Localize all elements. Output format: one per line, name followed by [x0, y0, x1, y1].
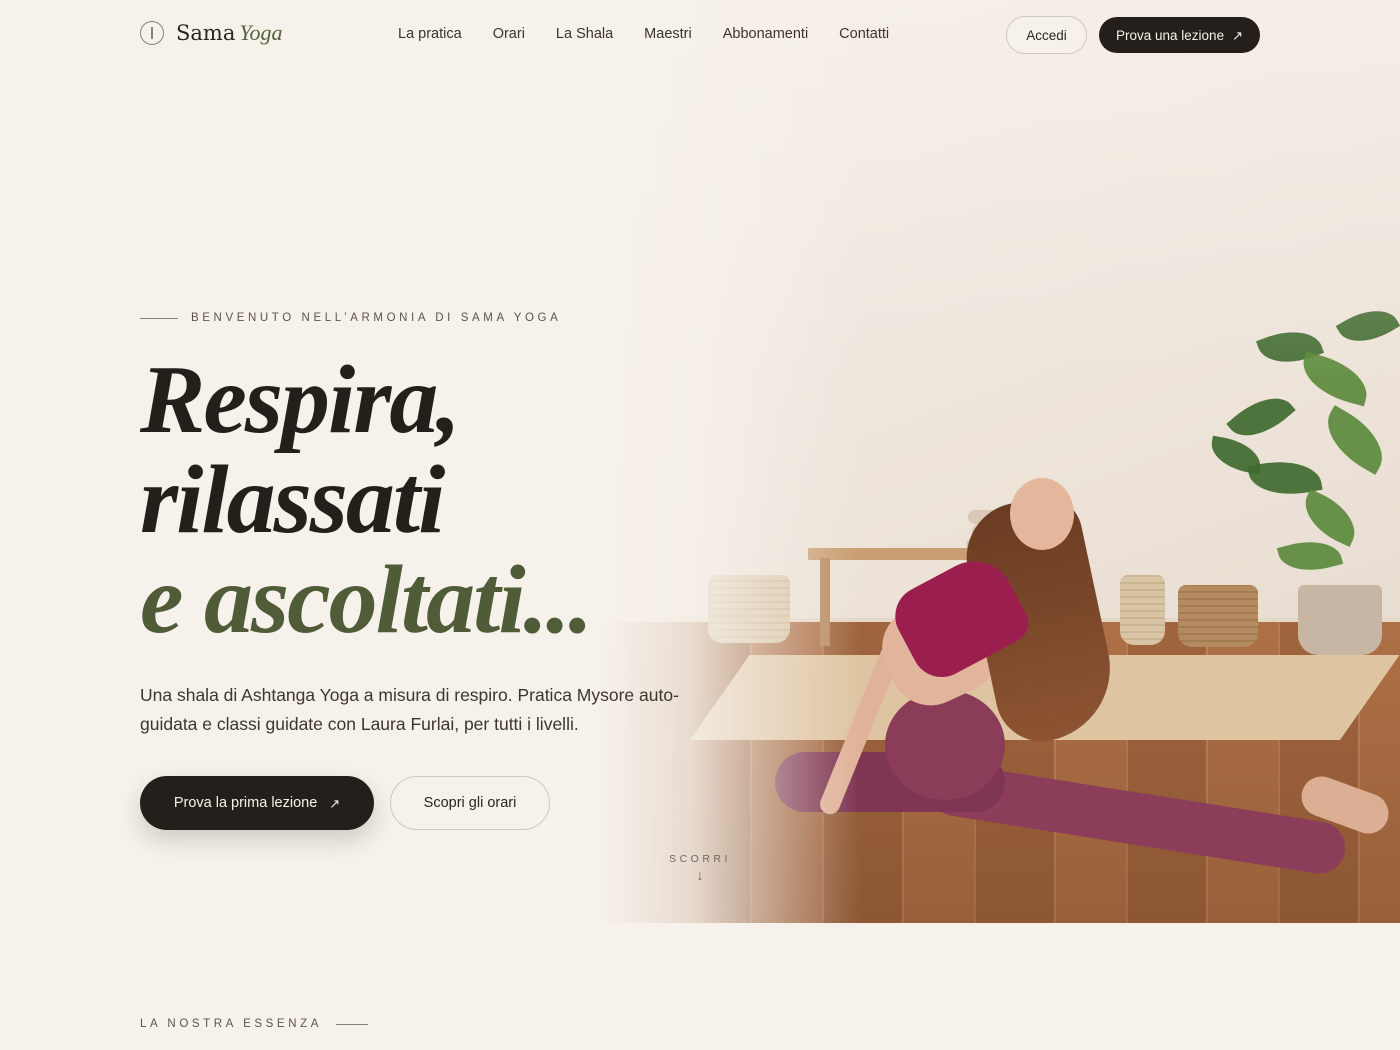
brand-logo[interactable]: Sama Yoga: [140, 20, 283, 46]
arrow-up-right-icon: ↗: [1232, 27, 1243, 43]
photo-figure: [885, 690, 1005, 800]
hero-image: [600, 0, 1400, 923]
nav-item-la-pratica[interactable]: La pratica: [398, 26, 462, 42]
nav-item-maestri[interactable]: Maestri: [644, 26, 692, 42]
main-nav: La pratica Orari La Shala Maestri Abbona…: [398, 26, 889, 42]
divider-line: [140, 317, 178, 319]
photo-basket: [1120, 575, 1165, 645]
essence-eyebrow-text: LA NOSTRA ESSENZA: [140, 1018, 322, 1030]
brand-name: Sama: [176, 21, 236, 45]
arrow-down-icon: ↓: [696, 867, 704, 883]
try-lesson-button[interactable]: Prova una lezione ↗: [1099, 17, 1260, 53]
hero-title: Respira, rilassati e ascoltati...: [140, 346, 593, 654]
nav-item-contatti[interactable]: Contatti: [839, 26, 889, 42]
photo-basket: [1178, 585, 1258, 647]
login-button[interactable]: Accedi: [1006, 16, 1087, 54]
hero-title-line-1: Respira,: [140, 346, 461, 454]
hero-eyebrow-text: BENVENUTO NELL’ARMONIA DI SAMA YOGA: [191, 312, 562, 324]
divider-line: [336, 1023, 368, 1025]
hero-title-line-3: e ascoltati...: [140, 546, 593, 654]
arrow-up-right-icon: ↗: [329, 795, 341, 811]
first-lesson-button[interactable]: Prova la prima lezione ↗: [140, 776, 374, 830]
photo-figure: [1010, 478, 1074, 550]
first-lesson-label: Prova la prima lezione: [173, 795, 318, 811]
try-lesson-label: Prova una lezione: [1116, 27, 1225, 43]
site-header: Sama Yoga La pratica Orari La Shala Maest…: [0, 0, 1400, 72]
photo-plant-pot: [1298, 585, 1382, 655]
hero-title-line-2: rilassati: [140, 446, 445, 554]
brand-sub: Yoga: [239, 20, 283, 45]
nav-item-la-shala[interactable]: La Shala: [556, 26, 613, 42]
hero-eyebrow: BENVENUTO NELL’ARMONIA DI SAMA YOGA: [140, 312, 561, 324]
essence-eyebrow: LA NOSTRA ESSENZA: [140, 1018, 368, 1030]
hero-lead: Una shala di Ashtanga Yoga a misura di r…: [140, 685, 679, 734]
logo-mark-icon: [140, 21, 164, 45]
scroll-label: SCORRI: [669, 853, 731, 865]
scroll-indicator[interactable]: SCORRI ↓: [660, 853, 740, 883]
photo-fade: [600, 0, 860, 923]
nav-item-abbonamenti[interactable]: Abbonamenti: [723, 26, 808, 42]
nav-item-orari[interactable]: Orari: [493, 26, 525, 42]
schedule-button[interactable]: Scopri gli orari: [390, 776, 550, 830]
